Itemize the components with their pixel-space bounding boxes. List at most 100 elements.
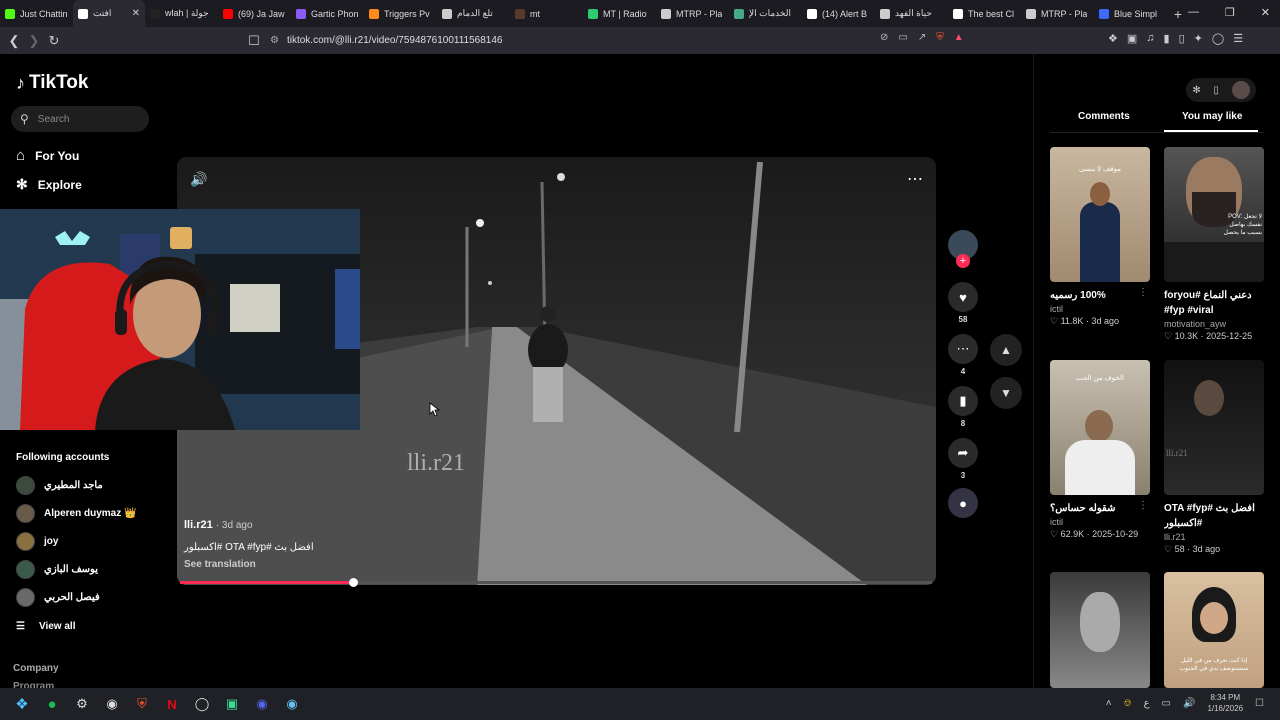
device-icon[interactable]: ▯ [1213,85,1219,96]
notifications-icon[interactable]: ☐ [1255,698,1264,709]
browser-tab[interactable]: Just Chattin [0,0,73,27]
leo-icon[interactable]: ✦ [1194,32,1203,45]
windows-start-icon[interactable]: ❖ [10,694,34,714]
media-icon[interactable]: ♫ [1146,32,1154,45]
extensions-icon[interactable]: ❖ [1108,32,1118,45]
following-account[interactable]: ماجد المطيري [16,476,103,495]
bookmark-icon[interactable]: ☐ [244,33,264,49]
obs-icon[interactable]: ◉ [100,694,124,714]
following-account[interactable]: فيصل الحربي [16,588,100,607]
browser-tab[interactable]: Blue Simpl [1094,0,1167,27]
volume-icon[interactable]: 🔊 [190,171,207,188]
search-input[interactable]: ⚲ Search [11,106,149,132]
site-info-icon[interactable]: ⚙ [270,35,279,46]
steam-icon[interactable]: ◉ [280,694,304,714]
language-icon[interactable]: ع [1144,698,1150,709]
browser-tab[interactable]: (14) Alert B [802,0,875,27]
browser-tab[interactable]: MTRP - Pla [656,0,729,27]
company-link[interactable]: Company [13,663,59,674]
app-icon[interactable]: ◯ [190,694,214,714]
netflix-icon[interactable]: N [160,694,184,714]
avatar[interactable] [1231,81,1250,99]
following-account[interactable]: يوسف البازي [16,560,98,579]
creator-avatar[interactable]: + [947,230,979,268]
card-author[interactable]: ictil [1050,517,1152,527]
browser-tab[interactable]: Gartic Phon [291,0,364,27]
following-account[interactable]: Alperen duymaz 👑 [16,504,136,523]
previous-video-button[interactable]: ▲ [990,334,1022,366]
browser-tab[interactable]: The best Cl [948,0,1021,27]
next-video-button[interactable]: ▼ [990,377,1022,409]
view-all-button[interactable]: ☰ View all [16,621,75,632]
more-options-icon[interactable]: ⋯ [907,169,923,189]
browser-tab[interactable]: (69) Ja Jaw [218,0,291,27]
browser-tab[interactable]: الخدمات الإ [729,0,802,27]
nav-explore[interactable]: ✻ Explore [16,176,82,193]
following-account[interactable]: joy [16,532,58,551]
browser-tab[interactable]: افتت ✕ [73,0,145,27]
progress-handle[interactable] [348,578,358,587]
nav-for-you[interactable]: ⌂ For You [16,147,79,164]
cast-icon[interactable]: ▭ [898,32,907,43]
chat-app-icon[interactable]: ▣ [220,694,244,714]
browser-tab[interactable]: تلع الدمام [437,0,510,27]
tab-search-icon[interactable]: ▣ [1127,32,1137,45]
video-card[interactable]: موقف لا ينسى 100% رسميه ictil ♡ 11.8K · … [1050,147,1152,327]
save-button[interactable]: ▮ 8 [947,386,979,428]
browser-tab[interactable]: MTRP - Pla [1021,0,1094,27]
card-author[interactable]: lli.r21 [1164,532,1266,542]
card-author[interactable]: ictil [1050,304,1152,314]
thumb-caption: POV: لا تجعل نفسك بهاصل بسبب ما يحصل [1223,214,1262,236]
browser-tab[interactable]: Triggers Pv [364,0,437,27]
microphone-icon[interactable]: ⎊ [1124,698,1132,709]
browser-tab[interactable]: mt [510,0,583,27]
browser-tab[interactable]: wlah | جولة [145,0,218,27]
minimize-icon[interactable]: — [1188,6,1199,19]
compass-icon[interactable]: ✻ [1192,85,1200,96]
tab-you-may-like[interactable]: You may like [1182,111,1242,122]
video-card[interactable]: POV: لا تجعل نفسك بهاصل بسبب ما يحصل دعن… [1164,147,1266,342]
video-card[interactable]: lli.r21 افضل بث #OTA #fyp #اكسبلور lli.r… [1164,360,1266,555]
back-icon[interactable]: ❮ [4,33,24,49]
save-count: 8 [960,419,966,428]
tiktok-logo[interactable]: ♪ TikTok [16,72,88,94]
network-icon[interactable]: ▭ [1162,698,1171,709]
close-tab-icon[interactable]: ✕ [132,8,140,19]
menu-icon[interactable]: ☰ [1233,32,1243,45]
spotify-icon[interactable]: ● [40,694,64,714]
video-card[interactable] [1050,572,1152,688]
share-icon[interactable]: ↗ [918,32,926,43]
card-more-icon[interactable]: ⋮ [1138,500,1148,511]
reader-icon[interactable]: ⊘ [880,32,888,43]
music-disc[interactable]: ● [947,488,979,518]
settings-gear-icon[interactable]: ⚙ [70,694,94,714]
discord-icon[interactable]: ◉ [250,694,274,714]
new-tab-button[interactable]: + [1167,6,1189,22]
card-more-icon[interactable]: ⋮ [1138,287,1148,298]
chevron-up-icon[interactable]: ˄ [1106,698,1112,709]
brave-icon[interactable]: ⛨ [130,694,154,714]
share-button[interactable]: ➦ 3 [947,438,979,480]
rewards-icon[interactable]: ▲ [954,32,964,43]
comment-button[interactable]: ⋯ 4 [947,334,979,376]
video-card[interactable]: إذا كنت تعرف من في الليل ستستوصف بدي في … [1164,572,1266,688]
brave-shield-icon[interactable]: ⛨ [936,32,944,43]
clock[interactable]: 8:34 PM 1/16/2026 [1207,692,1243,714]
video-author[interactable]: lli.r21 [184,519,213,531]
video-card[interactable]: الخوف من الحب شقوله حساس؟ ictil ♡ 62.9K … [1050,360,1152,540]
card-author[interactable]: motivation_ayw [1164,319,1266,329]
reload-icon[interactable]: ↻ [44,33,64,49]
wallet-icon[interactable]: ▯ [1179,32,1185,45]
tab-comments[interactable]: Comments [1078,111,1130,122]
vpn-icon[interactable]: ◯ [1212,32,1224,45]
see-translation-link[interactable]: See translation [184,559,314,570]
close-icon[interactable]: ✕ [1261,6,1270,19]
browser-tab[interactable]: MT | Radio [583,0,656,27]
browser-tab[interactable]: حياة الفهد [875,0,948,27]
volume-icon[interactable]: 🔊 [1183,698,1195,709]
like-button[interactable]: ♥ 58 [947,282,979,324]
maximize-icon[interactable]: ❐ [1225,6,1235,19]
sidebar-icon[interactable]: ▮ [1164,32,1170,45]
forward-icon[interactable]: ❯ [24,33,44,49]
follow-plus-icon[interactable]: + [956,254,970,268]
